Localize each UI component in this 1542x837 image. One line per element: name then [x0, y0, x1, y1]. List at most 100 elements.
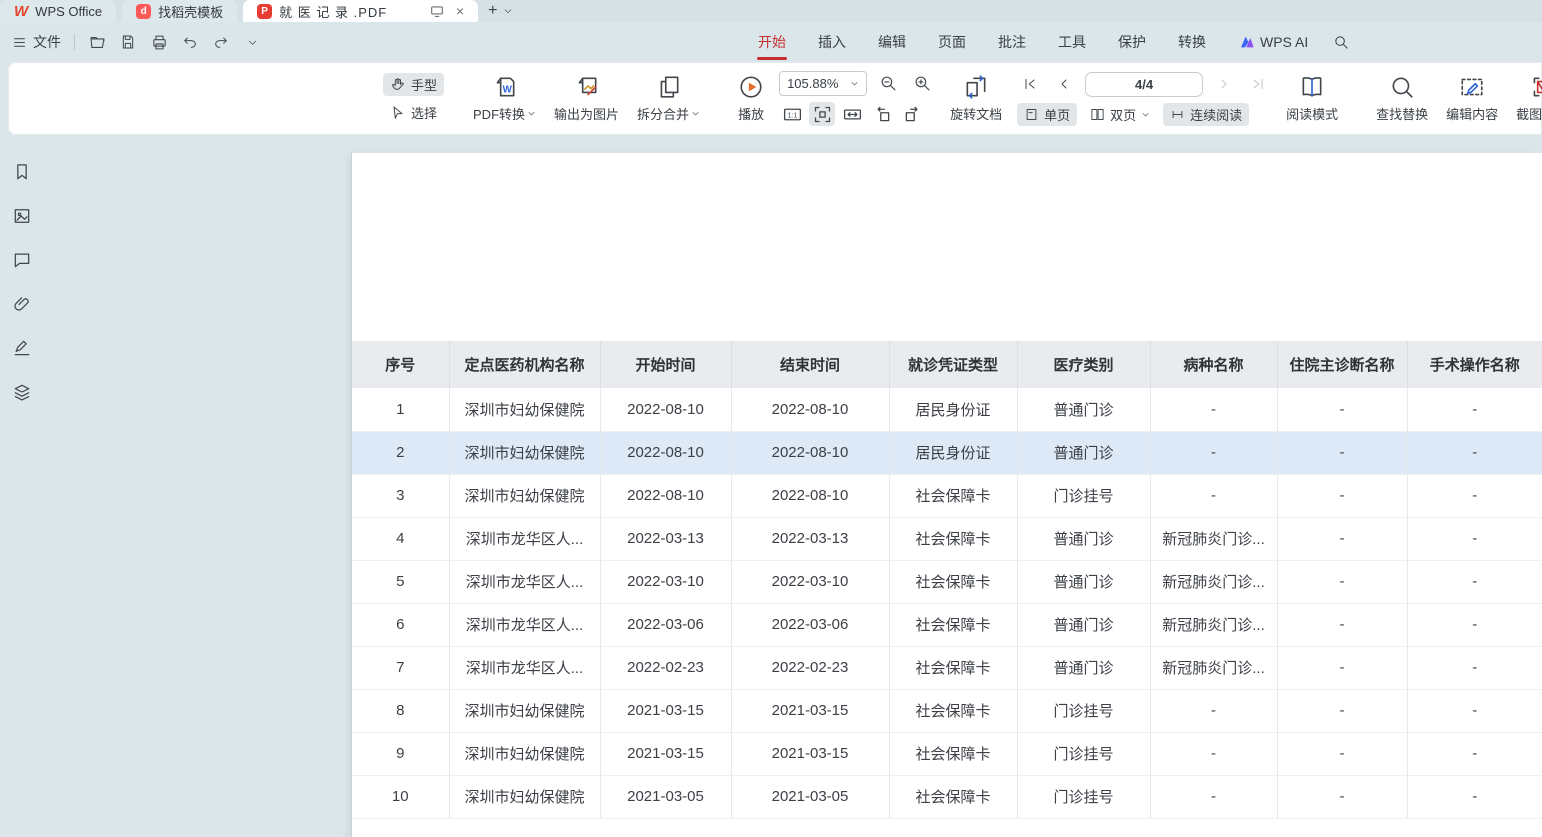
table-cell: 普通门诊 [1017, 517, 1150, 560]
save-icon[interactable] [119, 33, 137, 51]
page-indicator: 4/4 [1135, 77, 1153, 92]
table-cell: 社会保障卡 [889, 560, 1017, 603]
thumbnail-image-icon[interactable] [10, 204, 34, 228]
rotate-document-button[interactable]: 旋转文档 [941, 74, 1011, 123]
close-tab-icon[interactable]: × [456, 3, 464, 19]
chevron-down-icon [1141, 110, 1150, 119]
signature-pen-icon[interactable] [10, 336, 34, 360]
column-header: 住院主诊断名称 [1277, 341, 1407, 388]
edit-content-button[interactable]: 编辑内容 [1437, 74, 1507, 123]
table-cell: - [1150, 689, 1277, 732]
last-page-icon[interactable] [1245, 72, 1271, 96]
rotate-document-label: 旋转文档 [950, 104, 1002, 123]
menu-bar: 文件 开始 插入 编辑 页面 批注 工具 保护 转换 WPS AI [0, 22, 1542, 62]
screenshot-compare-button[interactable]: 截图对比 [1507, 74, 1542, 123]
table-cell: 9 [352, 732, 449, 775]
chevron-down-icon[interactable] [243, 33, 261, 51]
split-merge-button[interactable]: 拆分合并 [628, 74, 709, 123]
zoom-out-icon[interactable] [875, 72, 901, 96]
screenshot-compare-icon [1529, 74, 1542, 100]
table-cell: 居民身份证 [889, 388, 1017, 431]
read-mode-button[interactable]: 阅读模式 [1277, 74, 1347, 123]
table-cell: 新冠肺炎门诊... [1150, 646, 1277, 689]
tab-label: WPS Office [35, 4, 102, 19]
menu-tab-编辑[interactable]: 编辑 [877, 28, 907, 56]
table-cell: - [1407, 646, 1542, 689]
table-cell: 2022-08-10 [731, 474, 889, 517]
continuous-read-button[interactable]: 连续阅读 [1163, 103, 1249, 126]
edit-content-label: 编辑内容 [1446, 104, 1498, 123]
ribbon-toolbar: 手型 选择 W PDF转换 输出为图片 拆分合并 播放 105.88% [8, 62, 1542, 135]
play-button[interactable]: 播放 [729, 74, 773, 123]
tab-pdf-document[interactable]: P 就 医 记 录 .PDF × [243, 0, 478, 22]
first-page-icon[interactable] [1017, 72, 1043, 96]
find-replace-button[interactable]: 查找替换 [1367, 74, 1437, 123]
fit-width-icon[interactable] [839, 102, 865, 126]
table-cell: 普通门诊 [1017, 431, 1150, 474]
fit-page-icon[interactable] [809, 102, 835, 126]
play-icon [738, 74, 764, 100]
svg-text:1:1: 1:1 [787, 112, 797, 119]
column-header: 序号 [352, 341, 449, 388]
chevron-down-icon[interactable] [503, 6, 513, 16]
previous-page-icon[interactable] [1051, 72, 1077, 96]
zoom-level-select[interactable]: 105.88% [779, 71, 867, 96]
menu-tab-工具[interactable]: 工具 [1057, 28, 1087, 56]
bookmark-icon[interactable] [10, 160, 34, 184]
menu-tab-页面[interactable]: 页面 [937, 28, 967, 56]
read-mode-icon [1299, 74, 1325, 100]
print-icon[interactable] [150, 33, 168, 51]
new-tab-button[interactable]: + [484, 0, 517, 22]
comment-icon[interactable] [10, 248, 34, 272]
table-cell: - [1277, 474, 1407, 517]
menu-tab-插入[interactable]: 插入 [817, 28, 847, 56]
redo-icon[interactable] [212, 33, 230, 51]
pdf-convert-button[interactable]: W PDF转换 [464, 74, 545, 123]
table-cell: - [1407, 603, 1542, 646]
zoom-in-icon[interactable] [909, 72, 935, 96]
pdf-page: 序号定点医药机构名称开始时间结束时间就诊凭证类型医疗类别病种名称住院主诊断名称手… [352, 153, 1542, 837]
table-cell: 10 [352, 775, 449, 818]
table-cell: 社会保障卡 [889, 775, 1017, 818]
tab-wps-office[interactable]: W WPS Office [0, 0, 116, 22]
undo-icon[interactable] [181, 33, 199, 51]
open-folder-icon[interactable] [88, 33, 106, 51]
table-cell: 2 [352, 431, 449, 474]
table-cell: 新冠肺炎门诊... [1150, 517, 1277, 560]
rotate-right-icon[interactable] [899, 102, 925, 126]
tab-docer-templates[interactable]: d 找稻壳模板 [122, 0, 237, 22]
table-cell: 2021-03-15 [731, 732, 889, 775]
actual-size-icon[interactable]: 1:1 [779, 102, 805, 126]
export-image-icon [574, 74, 600, 100]
column-header: 开始时间 [600, 341, 731, 388]
table-cell: 2022-03-06 [731, 603, 889, 646]
search-icon[interactable] [1332, 33, 1350, 51]
single-page-button[interactable]: 单页 [1017, 103, 1077, 126]
table-row: 3深圳市妇幼保健院2022-08-102022-08-10社会保障卡门诊挂号--… [352, 474, 1542, 517]
table-cell: - [1407, 474, 1542, 517]
file-menu-button[interactable]: 文件 [12, 32, 61, 52]
menu-tab-保护[interactable]: 保护 [1117, 28, 1147, 56]
wps-ai-button[interactable]: WPS AI [1239, 34, 1308, 50]
menu-tab-转换[interactable]: 转换 [1177, 28, 1207, 56]
rotate-left-icon[interactable] [869, 102, 895, 126]
table-cell: - [1277, 775, 1407, 818]
export-image-button[interactable]: 输出为图片 [545, 74, 628, 123]
hand-tool-button[interactable]: 手型 [383, 73, 444, 96]
table-cell: 8 [352, 689, 449, 732]
table-row: 10深圳市妇幼保健院2021-03-052021-03-05社会保障卡门诊挂号-… [352, 775, 1542, 818]
table-cell: - [1150, 732, 1277, 775]
select-tool-button[interactable]: 选择 [383, 101, 444, 124]
monitor-icon[interactable] [428, 2, 446, 20]
next-page-icon[interactable] [1211, 72, 1237, 96]
layers-icon[interactable] [10, 380, 34, 404]
table-cell: 5 [352, 560, 449, 603]
menu-tab-批注[interactable]: 批注 [997, 28, 1027, 56]
table-cell: 门诊挂号 [1017, 732, 1150, 775]
double-page-button[interactable]: 双页 [1083, 103, 1157, 126]
menu-tab-开始[interactable]: 开始 [757, 28, 787, 56]
attachment-icon[interactable] [10, 292, 34, 316]
table-row: 9深圳市妇幼保健院2021-03-152021-03-15社会保障卡门诊挂号--… [352, 732, 1542, 775]
tab-label: 找稻壳模板 [158, 2, 223, 21]
page-number-input[interactable]: 4/4 [1085, 72, 1203, 97]
